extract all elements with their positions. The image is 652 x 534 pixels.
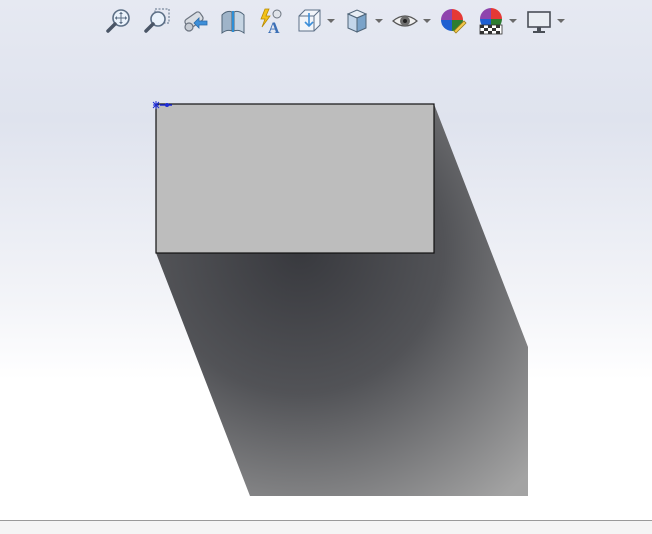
apply-scene-dropdown[interactable] — [508, 6, 518, 36]
heads-up-view-toolbar: A — [104, 4, 572, 38]
chevron-down-icon — [557, 19, 565, 23]
bottom-tab-strip — [0, 521, 652, 534]
hide-show-items-button[interactable] — [390, 6, 420, 36]
section-view-icon — [221, 10, 245, 35]
front-face[interactable] — [155, 103, 435, 254]
apply-scene-button[interactable] — [476, 6, 506, 36]
zoom-to-fit-button[interactable] — [104, 6, 134, 36]
zoom-to-area-button[interactable] — [142, 6, 172, 36]
display-style-icon — [346, 9, 368, 33]
graphics-viewport[interactable]: A — [0, 0, 652, 534]
zoom-to-fit-icon — [106, 9, 130, 33]
chevron-down-icon — [327, 19, 335, 23]
display-style-button[interactable] — [342, 6, 372, 36]
view-settings-dropdown[interactable] — [556, 6, 566, 36]
section-view-button[interactable] — [218, 6, 248, 36]
chevron-down-icon — [509, 19, 517, 23]
view-settings-button[interactable] — [524, 6, 554, 36]
edit-appearance-icon — [441, 9, 467, 34]
apply-scene-icon — [479, 8, 503, 35]
view-orientation-dropdown[interactable] — [326, 6, 336, 36]
hide-show-items-dropdown[interactable] — [422, 6, 432, 36]
view-orientation-button[interactable] — [294, 6, 324, 36]
svg-text:A: A — [268, 20, 280, 35]
view-orientation-icon — [298, 9, 321, 32]
zoom-to-area-icon — [144, 8, 170, 33]
monitor-icon — [527, 11, 551, 33]
previous-view-button[interactable] — [180, 6, 210, 36]
previous-view-icon — [184, 11, 208, 32]
model-scene[interactable] — [0, 0, 652, 534]
chevron-down-icon — [375, 19, 383, 23]
dynamic-annotation-views-icon: A — [260, 8, 282, 35]
edit-appearance-button[interactable] — [438, 6, 468, 36]
hide-show-items-icon — [392, 15, 418, 27]
display-style-dropdown[interactable] — [374, 6, 384, 36]
chevron-down-icon — [423, 19, 431, 23]
dynamic-annotation-views-button[interactable]: A — [256, 6, 286, 36]
